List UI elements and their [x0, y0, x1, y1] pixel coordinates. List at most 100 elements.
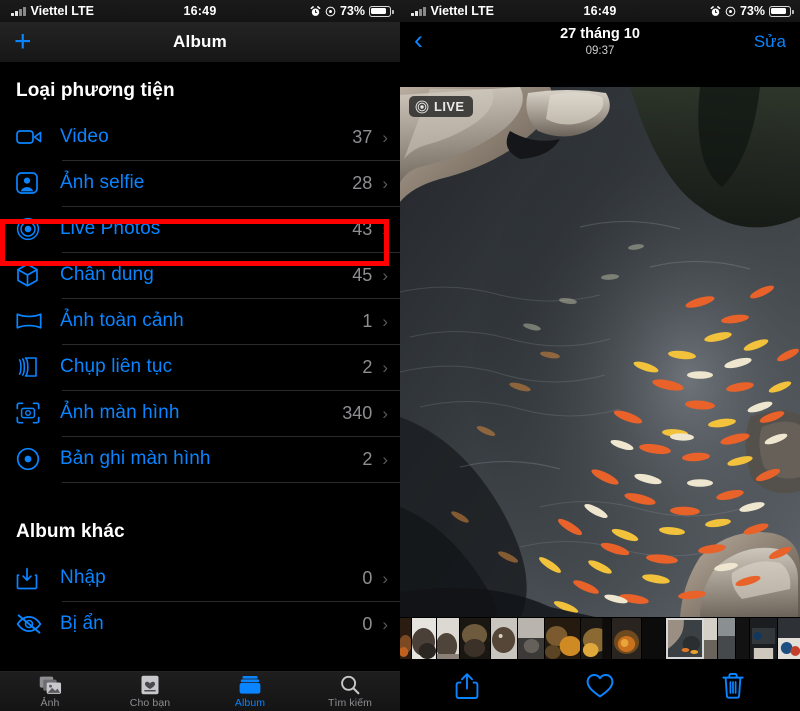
heart-icon [586, 673, 614, 697]
filmstrip-thumbnail-selected[interactable] [666, 618, 704, 659]
cellular-bars-icon [11, 6, 26, 16]
list-item-trailing: 43 › [352, 219, 388, 240]
edit-button[interactable]: Sửa [754, 32, 786, 52]
list-item-trailing: 2 › [362, 449, 388, 470]
list-item-imported[interactable]: Nhập 0 › [0, 555, 400, 601]
screenshot-icon [16, 399, 46, 427]
filmstrip-thumbnail[interactable] [736, 618, 750, 659]
photo-viewer[interactable]: LIVE [400, 87, 800, 618]
tab-albums[interactable]: Album [200, 675, 300, 709]
chevron-right-icon: › [382, 357, 388, 377]
list-item-label: Ảnh selfie [60, 172, 145, 193]
photos-icon [39, 676, 61, 694]
back-button[interactable]: ‹ [414, 26, 423, 54]
albums-list[interactable]: Loại phương tiện Video 37 › Ảnh selfie 2… [0, 62, 400, 671]
list-item-selfies[interactable]: Ảnh selfie 28 › [0, 160, 400, 206]
filmstrip-thumbnail[interactable] [750, 618, 778, 659]
chevron-right-icon: › [382, 127, 388, 147]
live-photo-badge[interactable]: LIVE [409, 96, 473, 117]
photo-toolbar [400, 660, 800, 711]
list-item-count: 1 [362, 310, 373, 331]
list-item-label: Ảnh toàn cảnh [60, 310, 184, 331]
list-item-label: Bản ghi màn hình [60, 448, 211, 469]
tab-search[interactable]: Tìm kiếm [300, 675, 400, 709]
photo-title-group: 27 tháng 10 09:37 [400, 25, 800, 58]
favorite-button[interactable] [533, 673, 666, 699]
trash-icon [722, 672, 744, 699]
carrier-label: Viettel LTE [430, 4, 494, 18]
tab-label: Album [234, 696, 266, 709]
filmstrip-thumbnail[interactable] [412, 618, 437, 659]
list-item-trailing: 28 › [352, 173, 388, 194]
list-item-screen-recordings[interactable]: Bản ghi màn hình 2 › [0, 436, 400, 482]
import-icon [16, 564, 46, 592]
list-item-label: Live Photos [60, 218, 161, 239]
live-badge-label: LIVE [434, 99, 465, 114]
filmstrip-thumbnail[interactable] [460, 618, 491, 659]
carrier-label: Viettel LTE [30, 4, 94, 18]
delete-button[interactable] [667, 672, 800, 700]
list-item-live-photos[interactable]: Live Photos 43 › [0, 206, 400, 252]
portrait-cube-icon [16, 261, 46, 289]
chevron-right-icon: › [382, 403, 388, 423]
list-item-hidden[interactable]: Bị ẩn 0 › [0, 601, 400, 647]
filmstrip-thumbnail[interactable] [581, 618, 612, 659]
list-item-burst[interactable]: Chụp liên tục 2 › [0, 344, 400, 390]
right-phone-pane: Viettel LTE 16:49 73% ‹ 27 tháng 10 09:3… [400, 0, 800, 711]
section-header-media-types: Loại phương tiện [16, 80, 175, 101]
list-item-count: 28 [352, 172, 373, 193]
hidden-eye-icon [16, 610, 46, 638]
status-right-group: 73% [710, 4, 794, 18]
list-item-trailing: 0 › [362, 568, 388, 589]
tab-photos[interactable]: Ảnh [0, 675, 100, 709]
list-item-screenshots[interactable]: Ảnh màn hình 340 › [0, 390, 400, 436]
list-item-count: 45 [352, 264, 373, 285]
filmstrip-thumbnail[interactable] [518, 618, 545, 659]
battery-icon [769, 5, 794, 17]
filmstrip-thumbnail[interactable] [704, 618, 718, 659]
filmstrip-thumbnail[interactable] [778, 618, 800, 659]
tab-label: Cho bạn [129, 696, 171, 709]
status-bar-right: Viettel LTE 16:49 73% [400, 0, 800, 22]
list-item-video[interactable]: Video 37 › [0, 114, 400, 160]
list-item-count: 37 [352, 126, 373, 147]
filmstrip-thumbnail[interactable] [612, 618, 642, 659]
cellular-bars-icon [411, 6, 426, 16]
photo-date-label: 27 tháng 10 [560, 26, 640, 43]
list-item-panorama[interactable]: Ảnh toàn cảnh 1 › [0, 298, 400, 344]
filmstrip-thumbnail[interactable] [718, 618, 736, 659]
filmstrip-thumbnail[interactable] [642, 618, 666, 659]
filmstrip-thumbnail[interactable] [437, 618, 460, 659]
alarm-clock-icon [710, 5, 721, 16]
list-item-portrait[interactable]: Chân dung 45 › [0, 252, 400, 298]
list-item-label: Chân dung [60, 264, 154, 285]
list-item-trailing: 2 › [362, 357, 388, 378]
photo-filmstrip[interactable] [400, 617, 800, 660]
koi-pond-photo [400, 87, 800, 618]
live-photos-icon [16, 215, 46, 243]
list-item-label: Chụp liên tục [60, 356, 173, 377]
albums-icon [239, 675, 261, 694]
list-item-count: 0 [362, 613, 373, 634]
filmstrip-thumbnail[interactable] [400, 618, 412, 659]
chevron-right-icon: › [382, 449, 388, 469]
tab-for-you[interactable]: Cho bạn [100, 675, 200, 709]
filmstrip-thumbnail[interactable] [545, 618, 581, 659]
list-item-label: Video [60, 126, 109, 147]
photo-nav-bar: ‹ 27 tháng 10 09:37 Sửa [400, 22, 800, 62]
left-phone-pane: Viettel LTE 16:49 73% + Album Loại phươn… [0, 0, 400, 711]
photo-time-label: 09:37 [585, 44, 615, 57]
filmstrip-thumbnail[interactable] [491, 618, 518, 659]
list-item-label: Ảnh màn hình [60, 402, 180, 423]
tab-bar: Ảnh Cho bạn Album Tìm kiếm [0, 671, 400, 711]
list-item-count: 43 [352, 218, 373, 239]
chevron-right-icon: › [382, 173, 388, 193]
chevron-right-icon: › [382, 568, 388, 588]
share-button[interactable] [400, 672, 533, 700]
panorama-icon [16, 307, 46, 335]
status-left-group: Viettel LTE [11, 4, 94, 18]
list-item-trailing: 45 › [352, 265, 388, 286]
add-album-button[interactable]: + [14, 27, 32, 57]
status-bar-left: Viettel LTE 16:49 73% [0, 0, 400, 22]
